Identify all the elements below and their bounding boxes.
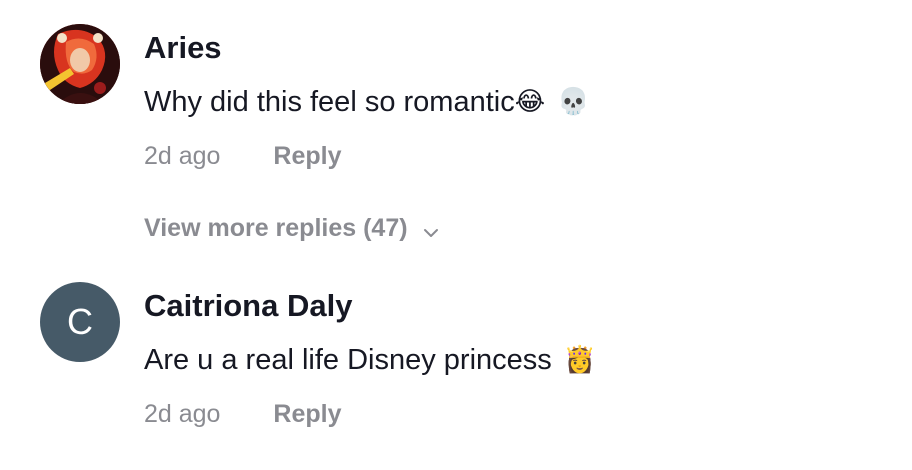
reply-button[interactable]: Reply <box>273 400 341 428</box>
princess-emoji: 👸 <box>563 344 597 374</box>
profile-picture-icon <box>40 24 120 104</box>
avatar[interactable] <box>40 24 120 104</box>
comment-text: Why did this feel so romantic😂 💀 <box>144 86 589 119</box>
tears-of-joy-emoji: 😂 <box>514 86 546 116</box>
timestamp: 2d ago <box>144 400 221 428</box>
skull-emoji: 💀 <box>557 86 590 116</box>
comment-text-body: Are u a real life Disney princess <box>144 344 552 376</box>
avatar-letter: C <box>67 301 93 342</box>
comment-meta: 2d ago Reply <box>144 142 342 171</box>
timestamp: 2d ago <box>144 142 221 170</box>
avatar[interactable]: C <box>40 282 120 362</box>
comment-text: Are u a real life Disney princess 👸 <box>144 344 596 377</box>
view-more-replies-button[interactable]: View more replies (47) <box>144 214 440 243</box>
comment-text-body: Why did this feel so romantic <box>144 86 515 118</box>
reply-button[interactable]: Reply <box>273 142 341 170</box>
username[interactable]: Aries <box>144 30 222 66</box>
username[interactable]: Caitriona Daly <box>144 288 352 324</box>
comment-meta: 2d ago Reply <box>144 400 342 429</box>
view-more-replies-label: View more replies (47) <box>144 214 408 242</box>
chevron-down-icon <box>422 220 440 238</box>
